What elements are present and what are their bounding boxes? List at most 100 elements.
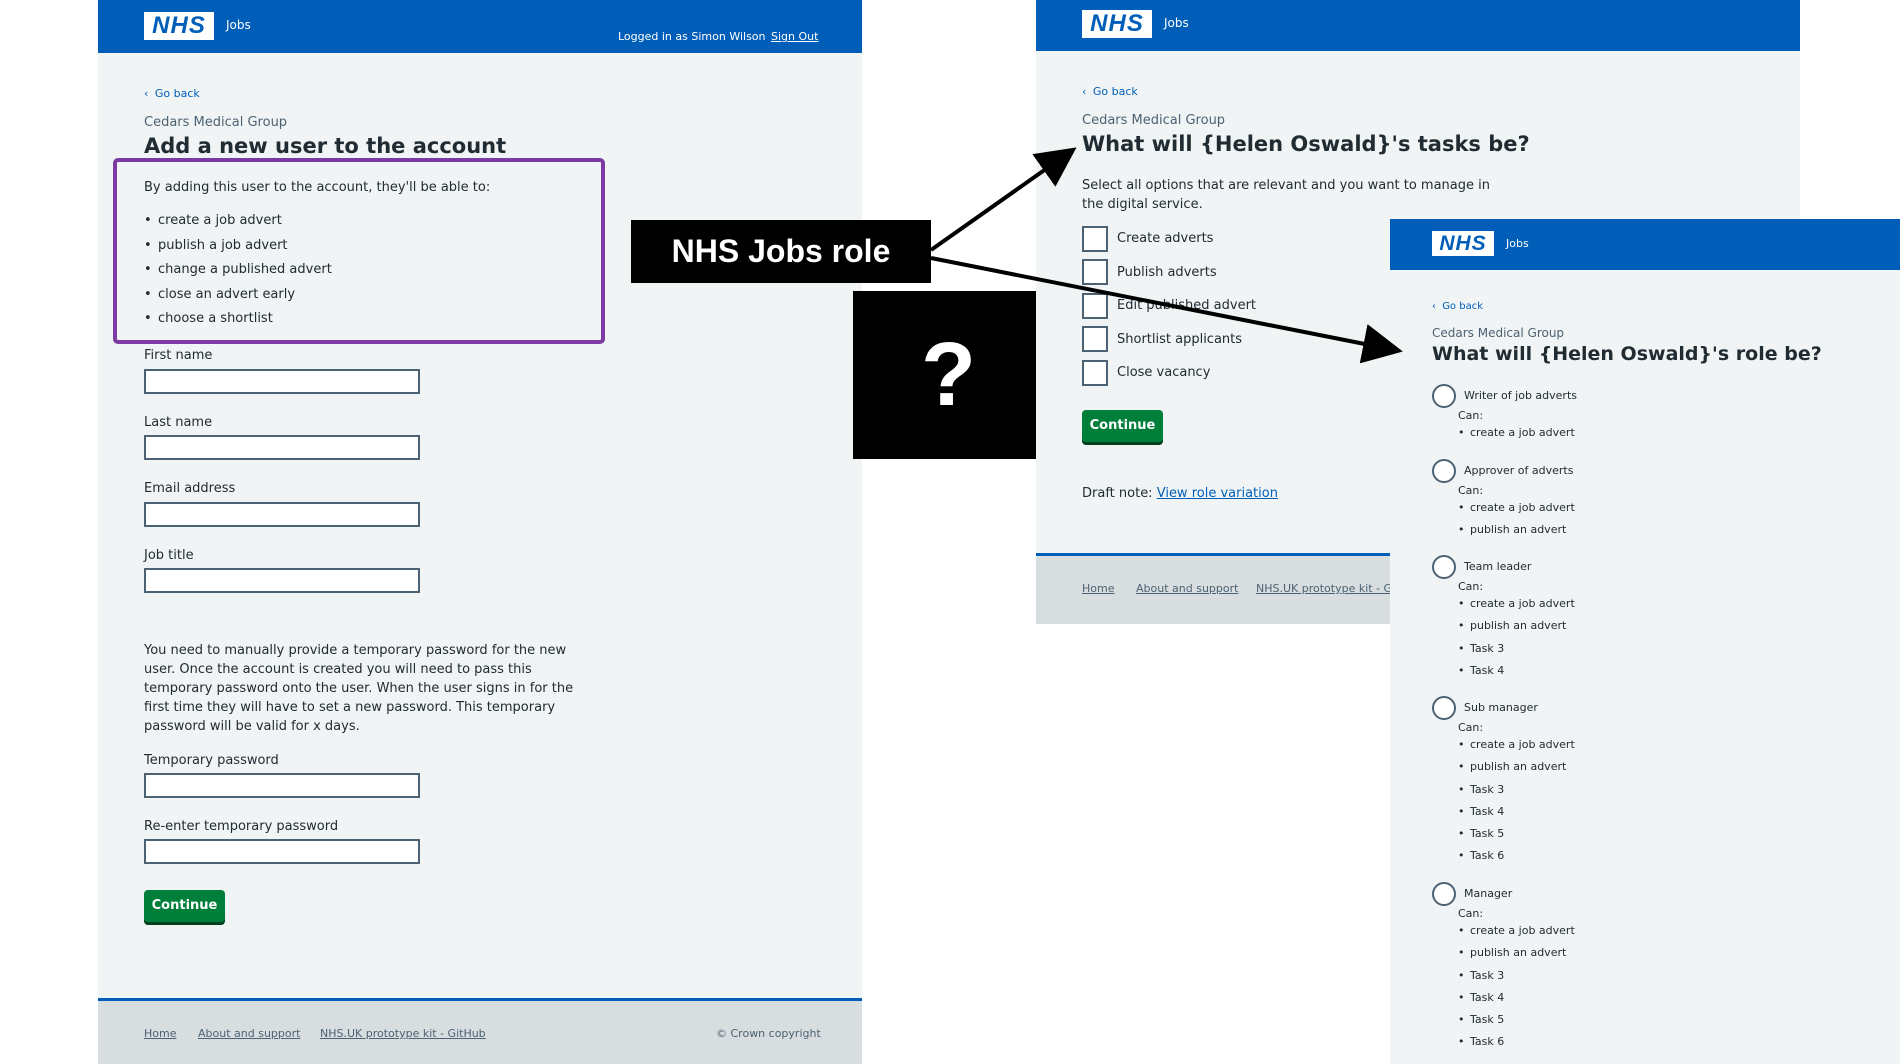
go-back-label: Go back: [154, 87, 200, 100]
edit-published-advert-checkbox[interactable]: [1082, 293, 1108, 319]
view-role-variation-link[interactable]: View role variation: [1157, 486, 1278, 501]
publish-adverts-label[interactable]: Publish adverts: [1117, 265, 1217, 280]
list-item: Task 4: [1458, 801, 1575, 823]
page-title: Add a new user to the account: [144, 134, 507, 158]
list-item: publish a job advert: [144, 238, 332, 263]
header: NHS Jobs: [1390, 219, 1900, 270]
chevron-left-icon: ‹: [1082, 85, 1087, 98]
role-task-list: create a job advert publish an advert: [1458, 497, 1575, 542]
list-item: Task 5: [1458, 1009, 1575, 1031]
right-screen: NHS Jobs ‹ Go back Cedars Medical Group …: [1390, 219, 1900, 1064]
temp-password-input[interactable]: [144, 773, 420, 798]
last-name-input[interactable]: [144, 435, 420, 460]
job-title-input[interactable]: [144, 568, 420, 593]
publish-adverts-checkbox[interactable]: [1082, 259, 1108, 285]
draft-note: Draft note: View role variation: [1082, 486, 1278, 501]
abilities-intro: By adding this user to the account, they…: [144, 180, 491, 195]
footer-kit-link[interactable]: NHS.UK prototype kit - Gi: [1256, 582, 1395, 595]
nhs-logo[interactable]: NHS: [144, 12, 214, 40]
left-screen: NHS Jobs Logged in as Simon Wilson Sign …: [98, 0, 862, 1064]
role-label-sub-manager[interactable]: Sub manager: [1464, 701, 1538, 714]
shortlist-applicants-label[interactable]: Shortlist applicants: [1117, 332, 1242, 347]
shortlist-applicants-checkbox[interactable]: [1082, 326, 1108, 352]
role-task-list: create a job advert publish an advert Ta…: [1458, 734, 1575, 868]
role-label-approver[interactable]: Approver of adverts: [1464, 464, 1573, 477]
list-item: Task 6: [1458, 1031, 1575, 1053]
footer-about-link[interactable]: About and support: [1136, 582, 1238, 595]
role-callout: NHS Jobs role: [631, 220, 931, 283]
email-label: Email address: [144, 481, 236, 496]
list-item: change a published advert: [144, 262, 332, 287]
go-back-link[interactable]: ‹ Go back: [1082, 85, 1138, 98]
role-radio-sub-manager[interactable]: [1432, 696, 1456, 720]
page-title: What will {Helen Oswald}'s tasks be?: [1082, 132, 1530, 156]
role-label-team-leader[interactable]: Team leader: [1464, 560, 1531, 573]
list-item: Task 4: [1458, 660, 1575, 682]
edit-published-advert-label[interactable]: Edit published advert: [1117, 298, 1256, 313]
list-item: Task 3: [1458, 965, 1575, 987]
role-radio-manager[interactable]: [1432, 882, 1456, 906]
close-vacancy-label[interactable]: Close vacancy: [1117, 365, 1210, 380]
list-item: publish an advert: [1458, 615, 1575, 637]
organisation-caption: Cedars Medical Group: [1432, 326, 1565, 340]
temp-password-label: Temporary password: [144, 753, 279, 768]
list-item: choose a shortlist: [144, 311, 332, 336]
list-item: Task 6: [1458, 845, 1575, 867]
logged-in-text: Logged in as Simon Wilson: [618, 30, 766, 43]
service-name[interactable]: Jobs: [1164, 16, 1189, 30]
job-title-label: Job title: [144, 548, 194, 563]
list-item: Task 3: [1458, 779, 1575, 801]
nhs-logo[interactable]: NHS: [1432, 231, 1494, 256]
first-name-input[interactable]: [144, 369, 420, 394]
hint-text: Select all options that are relevant and…: [1082, 178, 1490, 212]
footer-about-link[interactable]: About and support: [198, 1027, 300, 1040]
can-label: Can:: [1458, 721, 1484, 734]
create-adverts-label[interactable]: Create adverts: [1117, 231, 1213, 246]
footer-kit-link[interactable]: NHS.UK prototype kit - GitHub: [320, 1027, 486, 1040]
continue-button[interactable]: Continue: [1082, 410, 1163, 442]
reenter-password-label: Re-enter temporary password: [144, 819, 339, 834]
create-adverts-checkbox[interactable]: [1082, 226, 1108, 252]
last-name-label: Last name: [144, 415, 213, 430]
organisation-caption: Cedars Medical Group: [144, 115, 288, 130]
footer-home-link[interactable]: Home: [1082, 582, 1114, 595]
can-label: Can:: [1458, 484, 1484, 497]
role-radio-team-leader[interactable]: [1432, 555, 1456, 579]
service-name[interactable]: Jobs: [1506, 237, 1529, 250]
nhs-logo[interactable]: NHS: [1082, 10, 1152, 38]
go-back-link[interactable]: ‹ Go back: [1432, 301, 1483, 312]
list-item: publish an advert: [1458, 519, 1575, 541]
continue-button[interactable]: Continue: [144, 890, 225, 922]
footer: Home About and support NHS.UK prototype …: [98, 998, 862, 1064]
header: NHS Jobs Logged in as Simon Wilson Sign …: [98, 0, 862, 53]
role-label-writer[interactable]: Writer of job adverts: [1464, 389, 1577, 402]
email-input[interactable]: [144, 502, 420, 527]
list-item: create a job advert: [1458, 734, 1575, 756]
role-task-list: create a job advert publish an advert Ta…: [1458, 593, 1575, 682]
chevron-left-icon: ‹: [144, 87, 149, 100]
service-name[interactable]: Jobs: [226, 18, 251, 32]
list-item: Task 3: [1458, 638, 1575, 660]
list-item: close an advert early: [144, 287, 332, 312]
close-vacancy-checkbox[interactable]: [1082, 360, 1108, 386]
password-note: You need to manually provide a temporary…: [144, 643, 574, 734]
go-back-label: Go back: [1092, 85, 1138, 98]
footer-copyright: © Crown copyright: [716, 1027, 821, 1040]
can-label: Can:: [1458, 580, 1484, 593]
footer-home-link[interactable]: Home: [144, 1027, 176, 1040]
go-back-link[interactable]: ‹ Go back: [144, 87, 200, 100]
list-item: create a job advert: [1458, 497, 1575, 519]
sign-out-link[interactable]: Sign Out: [771, 30, 818, 43]
role-label-manager[interactable]: Manager: [1464, 887, 1512, 900]
draft-note-label: Draft note:: [1082, 486, 1153, 501]
reenter-password-input[interactable]: [144, 839, 420, 864]
list-item: publish an advert: [1458, 756, 1575, 778]
abilities-list: create a job advert publish a job advert…: [144, 213, 332, 336]
role-radio-writer[interactable]: [1432, 384, 1456, 408]
role-radio-approver[interactable]: [1432, 459, 1456, 483]
chevron-left-icon: ‹: [1432, 301, 1436, 312]
organisation-caption: Cedars Medical Group: [1082, 113, 1226, 128]
list-item: create a job advert: [144, 213, 332, 238]
header: NHS Jobs: [1036, 0, 1800, 51]
list-item: create a job advert: [1458, 920, 1575, 942]
